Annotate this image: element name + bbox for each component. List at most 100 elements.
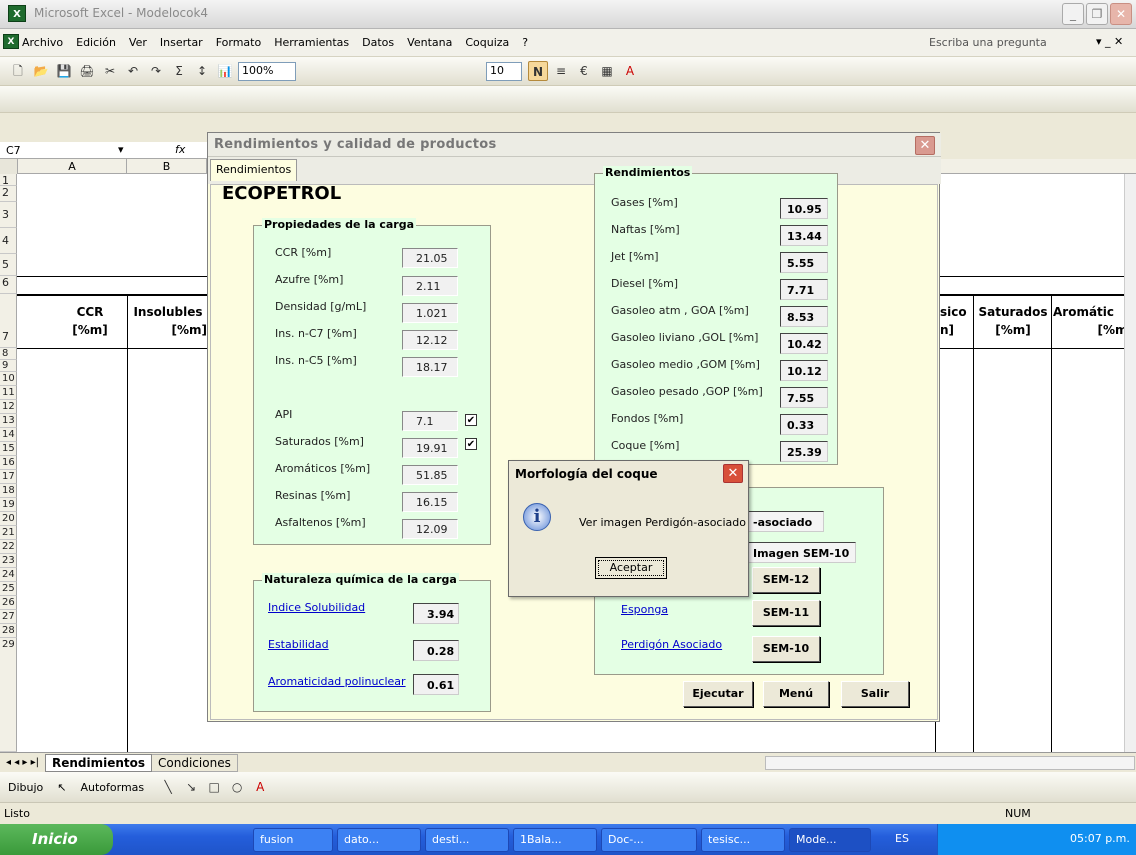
font-size-select[interactable]: 10 (486, 61, 522, 81)
oval-icon[interactable]: ○ (227, 777, 247, 797)
arrow-icon[interactable]: ↘ (181, 777, 201, 797)
row-header[interactable]: 8 (0, 348, 17, 360)
currency-icon[interactable]: € (574, 61, 594, 81)
zoom-select[interactable]: 100% (238, 61, 296, 81)
message-box-close-button[interactable]: ✕ (723, 464, 743, 483)
menu-formato[interactable]: Formato (216, 36, 262, 49)
close-window-button[interactable]: ✕ (1110, 3, 1132, 25)
column-header-a[interactable]: A (18, 159, 127, 174)
row-header[interactable]: 12 (0, 400, 17, 414)
menu-help[interactable]: ? (522, 36, 528, 49)
undo-icon[interactable]: ↶ (123, 61, 143, 81)
menu-edicion[interactable]: Edición (76, 36, 116, 49)
ask-question-input[interactable]: Escriba una pregunta (929, 36, 1084, 51)
draw-font-color-icon[interactable]: A (250, 777, 270, 797)
row-header[interactable]: 24 (0, 568, 17, 582)
sheet-tab-rendimientos[interactable]: Rendimientos (44, 753, 153, 772)
menu-datos[interactable]: Datos (362, 36, 394, 49)
row-header[interactable]: 13 (0, 414, 17, 428)
workbook-window-controls[interactable]: ▾ _ ✕ (1096, 35, 1123, 48)
row-header[interactable]: 25 (0, 582, 17, 596)
sem-11-button[interactable]: SEM-11 (752, 600, 820, 626)
taskbar-item[interactable]: fusion (253, 828, 333, 852)
row-header[interactable]: 17 (0, 470, 17, 484)
autoformas-menu[interactable]: Autoformas (81, 781, 145, 794)
select-all-corner[interactable] (0, 159, 18, 174)
taskbar-item[interactable]: Doc-... (601, 828, 697, 852)
start-button[interactable]: Inicio (0, 824, 113, 855)
row-header[interactable]: 16 (0, 456, 17, 470)
workbook-icon[interactable]: X (3, 34, 19, 49)
vertical-scrollbar[interactable] (1124, 174, 1136, 752)
taskbar-item[interactable]: 1Bala... (513, 828, 597, 852)
row-header[interactable]: 5 (0, 254, 17, 276)
new-icon[interactable]: 🗋 (8, 61, 28, 81)
column-header-b[interactable]: B (127, 159, 207, 174)
row-header[interactable]: 14 (0, 428, 17, 442)
aromaticidad-link[interactable]: Aromaticidad polinuclear (268, 675, 406, 688)
row-header[interactable]: 2 (0, 186, 17, 202)
row-header[interactable]: 10 (0, 372, 17, 386)
chart-icon[interactable]: 📊 (215, 61, 235, 81)
excel-app-icon[interactable]: X (8, 5, 26, 22)
taskbar-item[interactable]: dato... (337, 828, 421, 852)
name-box[interactable]: C7 (6, 144, 116, 157)
maximize-button[interactable]: ❐ (1086, 3, 1108, 25)
dropdown-arrow-icon[interactable]: ▾ (118, 143, 124, 156)
row-header[interactable]: 20 (0, 512, 17, 526)
sort-icon[interactable]: ↕ (192, 61, 212, 81)
save-icon[interactable]: 💾 (54, 61, 74, 81)
row-header[interactable]: 29 (0, 638, 17, 752)
dibujo-menu[interactable]: Dibujo (8, 781, 43, 794)
dialog-close-button[interactable]: ✕ (915, 136, 935, 155)
align-icon[interactable]: ≡ (551, 61, 571, 81)
row-header[interactable]: 19 (0, 498, 17, 512)
tab-rendimientos[interactable]: Rendimientos (210, 159, 298, 181)
esponga-link[interactable]: Esponga (621, 603, 668, 616)
row-header[interactable]: 27 (0, 610, 17, 624)
row-header[interactable]: 15 (0, 442, 17, 456)
menu-herramientas[interactable]: Herramientas (274, 36, 349, 49)
perdigon-asociado-link[interactable]: Perdigón Asociado (621, 638, 722, 651)
horizontal-scrollbar[interactable] (765, 756, 1135, 770)
menu-ventana[interactable]: Ventana (407, 36, 452, 49)
row-header[interactable]: 1 (0, 174, 17, 187)
indice-solubilidad-link[interactable]: Indice Solubilidad (268, 601, 365, 614)
menu-insertar[interactable]: Insertar (160, 36, 203, 49)
cursor-icon[interactable]: ↖ (57, 781, 66, 794)
row-header[interactable]: 22 (0, 540, 17, 554)
row-header[interactable]: 3 (0, 202, 17, 228)
sheet-tab-condiciones[interactable]: Condiciones (152, 753, 238, 772)
taskbar-item[interactable]: tesisc... (701, 828, 785, 852)
print-icon[interactable]: 🖨 (77, 61, 97, 81)
redo-icon[interactable]: ↷ (146, 61, 166, 81)
menu-archivo[interactable]: Archivo (22, 36, 63, 49)
sheet-nav-icon[interactable]: ◂ ◂ ▸ ▸| (0, 757, 45, 768)
sem-10-button[interactable]: SEM-10 (752, 636, 820, 662)
minimize-button[interactable]: _ (1062, 3, 1084, 25)
function-icon[interactable]: fx (175, 143, 185, 156)
open-icon[interactable]: 📂 (31, 61, 51, 81)
borders-icon[interactable]: ▦ (597, 61, 617, 81)
autosum-icon[interactable]: Σ (169, 61, 189, 81)
row-header[interactable]: 18 (0, 484, 17, 498)
row-header[interactable]: 9 (0, 360, 17, 372)
bold-icon[interactable]: N (528, 61, 548, 81)
row-header[interactable]: 11 (0, 386, 17, 400)
menu-coquiza[interactable]: Coquiza (465, 36, 509, 49)
salir-button[interactable]: Salir (841, 681, 909, 707)
saturados-checkbox[interactable]: ✔ (465, 438, 477, 450)
row-header[interactable]: 28 (0, 624, 17, 638)
row-header[interactable]: 26 (0, 596, 17, 610)
row-header[interactable]: 6 (0, 276, 17, 294)
cut-icon[interactable]: ✂ (100, 61, 120, 81)
row-header[interactable]: 23 (0, 554, 17, 568)
sem-12-button[interactable]: SEM-12 (752, 567, 820, 593)
line-icon[interactable]: ╲ (158, 777, 178, 797)
language-indicator[interactable]: ES (895, 832, 909, 845)
row-header[interactable]: 7 (0, 294, 17, 348)
taskbar-item[interactable]: desti... (425, 828, 509, 852)
menu-ver[interactable]: Ver (129, 36, 147, 49)
row-header[interactable]: 4 (0, 228, 17, 254)
estabilidad-link[interactable]: Estabilidad (268, 638, 329, 651)
